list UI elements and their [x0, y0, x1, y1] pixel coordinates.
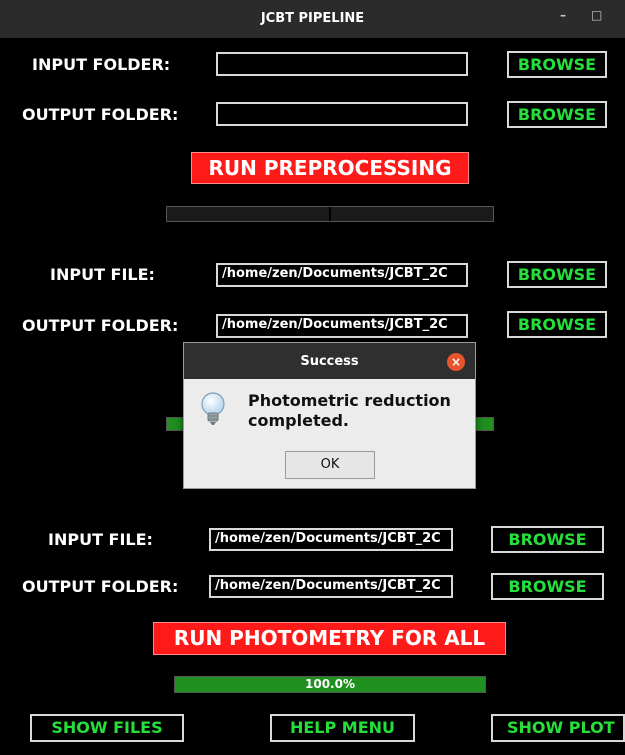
preprocessing-progress-bar	[166, 206, 494, 222]
dialog-message: Photometric reduction completed.	[248, 391, 451, 430]
show-plot-button[interactable]: SHOW PLOT	[491, 714, 625, 742]
show-files-button[interactable]: SHOW FILES	[30, 714, 184, 742]
browse-input-file-button-3[interactable]: BROWSE	[491, 526, 604, 553]
output-folder-field-3[interactable]: /home/zen/Documents/JCBT_2C	[209, 575, 453, 598]
minimize-icon[interactable]: –	[560, 8, 566, 22]
ok-button[interactable]: OK	[285, 451, 375, 479]
close-icon[interactable]: ×	[447, 353, 465, 371]
window-title: JCBT PIPELINE	[260, 11, 365, 26]
help-menu-button[interactable]: HELP MENU	[270, 714, 415, 742]
input-file-field-3[interactable]: /home/zen/Documents/JCBT_2C	[209, 528, 453, 551]
input-folder-field[interactable]	[216, 52, 468, 76]
photometry-progress-bar: 100.0%	[174, 676, 486, 693]
browse-output-folder-button-3[interactable]: BROWSE	[491, 573, 604, 600]
lightbulb-icon	[198, 391, 228, 427]
browse-input-file-button[interactable]: BROWSE	[507, 261, 607, 288]
title-bar: JCBT PIPELINE – □	[0, 0, 625, 38]
output-folder-label-2: OUTPUT FOLDER:	[22, 316, 179, 335]
output-folder-field[interactable]	[216, 102, 468, 126]
browse-output-folder-button-2[interactable]: BROWSE	[507, 311, 607, 338]
output-folder-label-3: OUTPUT FOLDER:	[22, 577, 179, 596]
run-preprocessing-button[interactable]: RUN PREPROCESSING	[191, 152, 469, 184]
output-folder-label: OUTPUT FOLDER:	[22, 105, 179, 124]
dialog-title: Success	[300, 354, 359, 369]
browse-output-folder-button[interactable]: BROWSE	[507, 101, 607, 128]
input-file-field[interactable]: /home/zen/Documents/JCBT_2C	[216, 263, 468, 287]
dialog-title-bar: Success ×	[184, 343, 475, 379]
progress-divider	[329, 207, 331, 221]
input-file-label-3: INPUT FILE:	[48, 530, 153, 549]
photometry-progress-text: 100.0%	[305, 677, 355, 691]
run-photometry-all-button[interactable]: RUN PHOTOMETRY FOR ALL	[153, 622, 506, 655]
browse-input-folder-button[interactable]: BROWSE	[507, 51, 607, 78]
input-file-label: INPUT FILE:	[50, 265, 155, 284]
maximize-icon[interactable]: □	[591, 8, 602, 22]
input-folder-label: INPUT FOLDER:	[32, 55, 171, 74]
output-folder-field-2[interactable]: /home/zen/Documents/JCBT_2C	[216, 314, 468, 338]
success-dialog: Success × Photometric reduction complete…	[183, 342, 476, 489]
